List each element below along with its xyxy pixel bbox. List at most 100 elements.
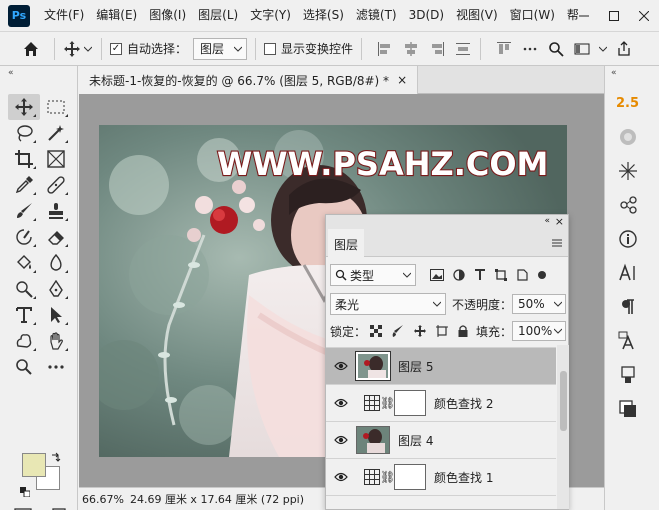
shape-tool[interactable] xyxy=(8,328,40,354)
filter-type-icon[interactable] xyxy=(474,269,486,281)
layer-mask-thumbnail[interactable] xyxy=(394,390,426,416)
eye-icon[interactable] xyxy=(326,472,356,482)
blend-mode-dropdown[interactable]: 柔光 xyxy=(330,293,446,315)
opacity-field[interactable]: 50% xyxy=(512,294,567,314)
layer-row[interactable]: 图层 4 xyxy=(326,421,556,458)
menu-filter[interactable]: 滤镜(T) xyxy=(350,0,403,31)
lock-all-icon[interactable] xyxy=(458,325,468,337)
color-wheel-icon[interactable] xyxy=(605,122,650,152)
swap-colors-icon[interactable] xyxy=(51,452,61,465)
foreground-color-swatch[interactable] xyxy=(22,453,46,477)
menu-window[interactable]: 窗口(W) xyxy=(504,0,561,31)
layers-scrollbar[interactable] xyxy=(557,345,569,509)
default-colors-icon[interactable] xyxy=(20,486,31,498)
eye-icon[interactable] xyxy=(326,361,356,371)
tab-layers[interactable]: 图层 xyxy=(328,229,364,257)
lock-transparent-icon[interactable] xyxy=(370,325,383,337)
frame-tool[interactable] xyxy=(40,146,72,172)
align-right-icon[interactable] xyxy=(428,40,446,58)
workspace-icon[interactable] xyxy=(573,40,591,58)
layer-row[interactable]: ⛓ 颜色查找 1 xyxy=(326,458,556,495)
brush-tool[interactable] xyxy=(8,198,40,224)
navigator-icon[interactable] xyxy=(605,190,650,220)
character-icon[interactable] xyxy=(605,258,650,288)
stamp-tool[interactable] xyxy=(40,198,72,224)
menu-edit[interactable]: 编辑(E) xyxy=(90,0,143,31)
zoom-tool[interactable] xyxy=(8,354,40,380)
magic-wand-tool[interactable] xyxy=(40,120,72,146)
history-brush-tool[interactable] xyxy=(8,224,40,250)
link-icon[interactable]: ⛓ xyxy=(380,470,395,484)
clone-source-icon[interactable] xyxy=(605,360,650,390)
layer-mask-thumbnail[interactable] xyxy=(394,464,426,490)
auto-select-option[interactable]: ✓ 自动选择： xyxy=(110,40,187,57)
lock-pixels-icon[interactable] xyxy=(392,325,404,337)
collapse-icon[interactable]: « xyxy=(611,68,617,78)
align-top-icon[interactable] xyxy=(495,40,513,58)
show-transform-checkbox[interactable] xyxy=(264,42,277,55)
align-center-icon[interactable] xyxy=(402,40,420,58)
filter-pixel-icon[interactable] xyxy=(430,269,444,281)
scrollbar-thumb[interactable] xyxy=(560,371,567,431)
zoom-level[interactable]: 66.67% xyxy=(82,493,124,506)
show-transform-option[interactable]: 显示变换控件 xyxy=(264,40,353,57)
paint-bucket-tool[interactable] xyxy=(8,250,40,276)
search-icon[interactable] xyxy=(547,40,565,58)
glyphs-icon[interactable] xyxy=(605,326,650,356)
filter-adjustment-icon[interactable] xyxy=(453,269,465,281)
layer-row[interactable]: ⛓ 颜色查找 2 xyxy=(326,384,556,421)
minimize-icon[interactable] xyxy=(569,0,599,31)
chevron-down-icon[interactable] xyxy=(599,40,608,58)
close-icon[interactable]: × xyxy=(555,215,564,228)
layer-filter-dropdown[interactable]: 类型 xyxy=(330,264,416,286)
menu-image[interactable]: 图像(I) xyxy=(143,0,192,31)
version-badge[interactable]: 2.5 xyxy=(605,88,650,118)
eraser-tool[interactable] xyxy=(40,224,72,250)
auto-select-checkbox[interactable]: ✓ xyxy=(110,42,122,55)
menu-select[interactable]: 选择(S) xyxy=(297,0,350,31)
distribute-icon[interactable] xyxy=(454,40,472,58)
paragraph-icon[interactable] xyxy=(605,292,650,322)
home-icon[interactable] xyxy=(16,34,46,64)
layer-comps-icon[interactable] xyxy=(605,394,650,424)
layer-row[interactable]: 图层 5 xyxy=(326,347,556,384)
fill-field[interactable]: 100% xyxy=(512,321,567,341)
menu-view[interactable]: 视图(V) xyxy=(450,0,504,31)
menu-3d[interactable]: 3D(D) xyxy=(403,0,450,31)
eyedropper-tool[interactable] xyxy=(8,172,40,198)
menu-file[interactable]: 文件(F) xyxy=(38,0,90,31)
brush-settings-icon[interactable] xyxy=(605,156,650,186)
align-left-icon[interactable] xyxy=(376,40,394,58)
close-tab-icon[interactable]: × xyxy=(397,73,407,87)
layer-row-partial[interactable] xyxy=(326,495,556,510)
document-tab[interactable]: 未标题-1-恢复的-恢复的 @ 66.7% (图层 5, RGB/8#) * × xyxy=(79,66,419,94)
panel-menu-icon[interactable] xyxy=(552,238,562,248)
lock-artboard-icon[interactable] xyxy=(436,325,449,337)
collapse-icon[interactable]: « xyxy=(544,216,550,226)
more-icon[interactable] xyxy=(521,40,539,58)
move-tool-icon[interactable] xyxy=(63,40,81,58)
path-selection-tool[interactable] xyxy=(40,302,72,328)
edit-toolbar-tool[interactable] xyxy=(40,354,72,380)
lock-position-icon[interactable] xyxy=(414,325,427,337)
link-icon[interactable]: ⛓ xyxy=(380,396,395,410)
type-tool[interactable] xyxy=(8,302,40,328)
healing-brush-tool[interactable] xyxy=(40,172,72,198)
collapse-icon[interactable]: « xyxy=(8,68,14,78)
dodge-tool[interactable] xyxy=(8,276,40,302)
share-icon[interactable] xyxy=(615,40,633,58)
menu-layer[interactable]: 图层(L) xyxy=(192,0,244,31)
blur-tool[interactable] xyxy=(40,250,72,276)
eye-icon[interactable] xyxy=(326,398,356,408)
chevron-down-icon[interactable] xyxy=(83,40,93,58)
crop-tool[interactable] xyxy=(8,146,40,172)
auto-select-target-dropdown[interactable]: 图层 xyxy=(193,37,248,60)
eye-icon[interactable] xyxy=(326,435,356,445)
filter-toggle-icon[interactable] xyxy=(537,269,547,281)
hand-tool[interactable] xyxy=(40,328,72,354)
move-tool[interactable] xyxy=(8,94,40,120)
marquee-tool[interactable] xyxy=(40,94,72,120)
pen-tool[interactable] xyxy=(40,276,72,302)
info-icon[interactable] xyxy=(605,224,650,254)
lasso-tool[interactable] xyxy=(8,120,40,146)
